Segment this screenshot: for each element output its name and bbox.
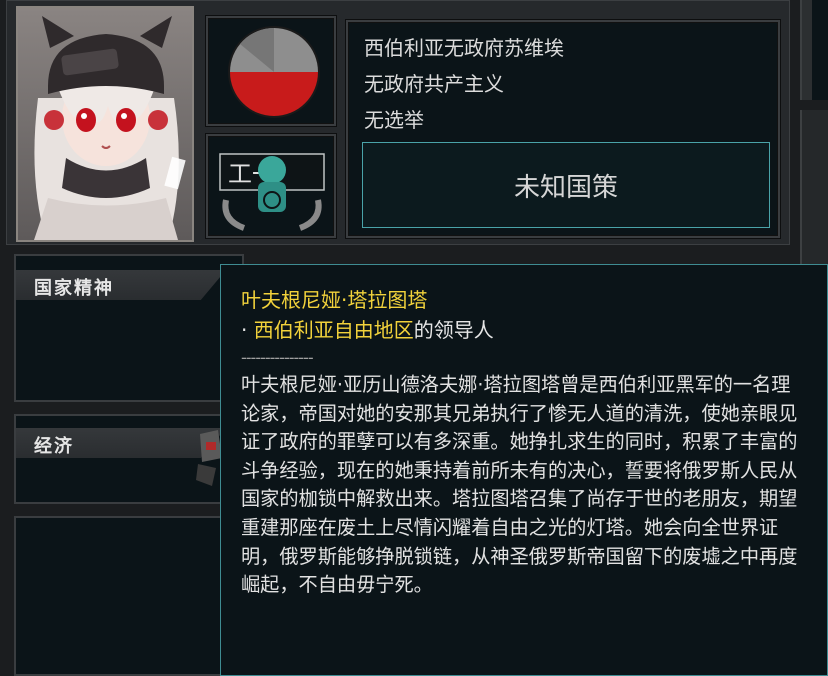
ideology-pie-chart[interactable] [226, 24, 322, 120]
economy-law-icon[interactable] [196, 428, 222, 488]
side-panel-inner [812, 0, 828, 100]
election-status: 无选举 [364, 108, 424, 132]
economy-label: 经济 [34, 436, 74, 457]
ideology-emblem-icon[interactable]: 工一 [214, 140, 330, 232]
ideology-name: 无政府共产主义 [364, 72, 504, 96]
role-region: 西伯利亚自由地区 [253, 318, 414, 342]
economy-header: 经济 [16, 428, 226, 458]
leader-name: 叶夫根尼娅·塔拉图塔 [241, 288, 428, 312]
leader-portrait[interactable] [16, 6, 194, 242]
leader-role: · 西伯利亚自由地区的领导人 [241, 315, 807, 345]
pie-slice-red [230, 72, 318, 116]
lower-panel [14, 516, 228, 676]
leader-biography: 叶夫根尼娅·亚历山德洛夫娜·塔拉图塔曾是西伯利亚黑军的一名理论家，帝国对她的安那… [241, 373, 798, 597]
tooltip-separator: --------------- [241, 348, 314, 367]
national-spirit-label: 国家精神 [34, 278, 114, 299]
government-info: 西伯利亚无政府苏维埃 无政府共产主义 无选举 未知国策 [346, 20, 780, 238]
role-bullet: · [241, 318, 254, 342]
ideology-emblem-frame: 工一 [206, 134, 336, 238]
leader-tooltip: 叶夫根尼娅·塔拉图塔 · 西伯利亚自由地区的领导人 --------------… [220, 264, 828, 676]
country-name: 西伯利亚无政府苏维埃 [364, 36, 564, 60]
ideology-pie-frame [206, 16, 336, 126]
national-spirit-header: 国家精神 [16, 270, 226, 300]
national-spirit-section: 国家精神 [14, 254, 244, 402]
national-focus-button[interactable]: 未知国策 [362, 142, 770, 228]
role-suffix: 的领导人 [413, 318, 494, 342]
